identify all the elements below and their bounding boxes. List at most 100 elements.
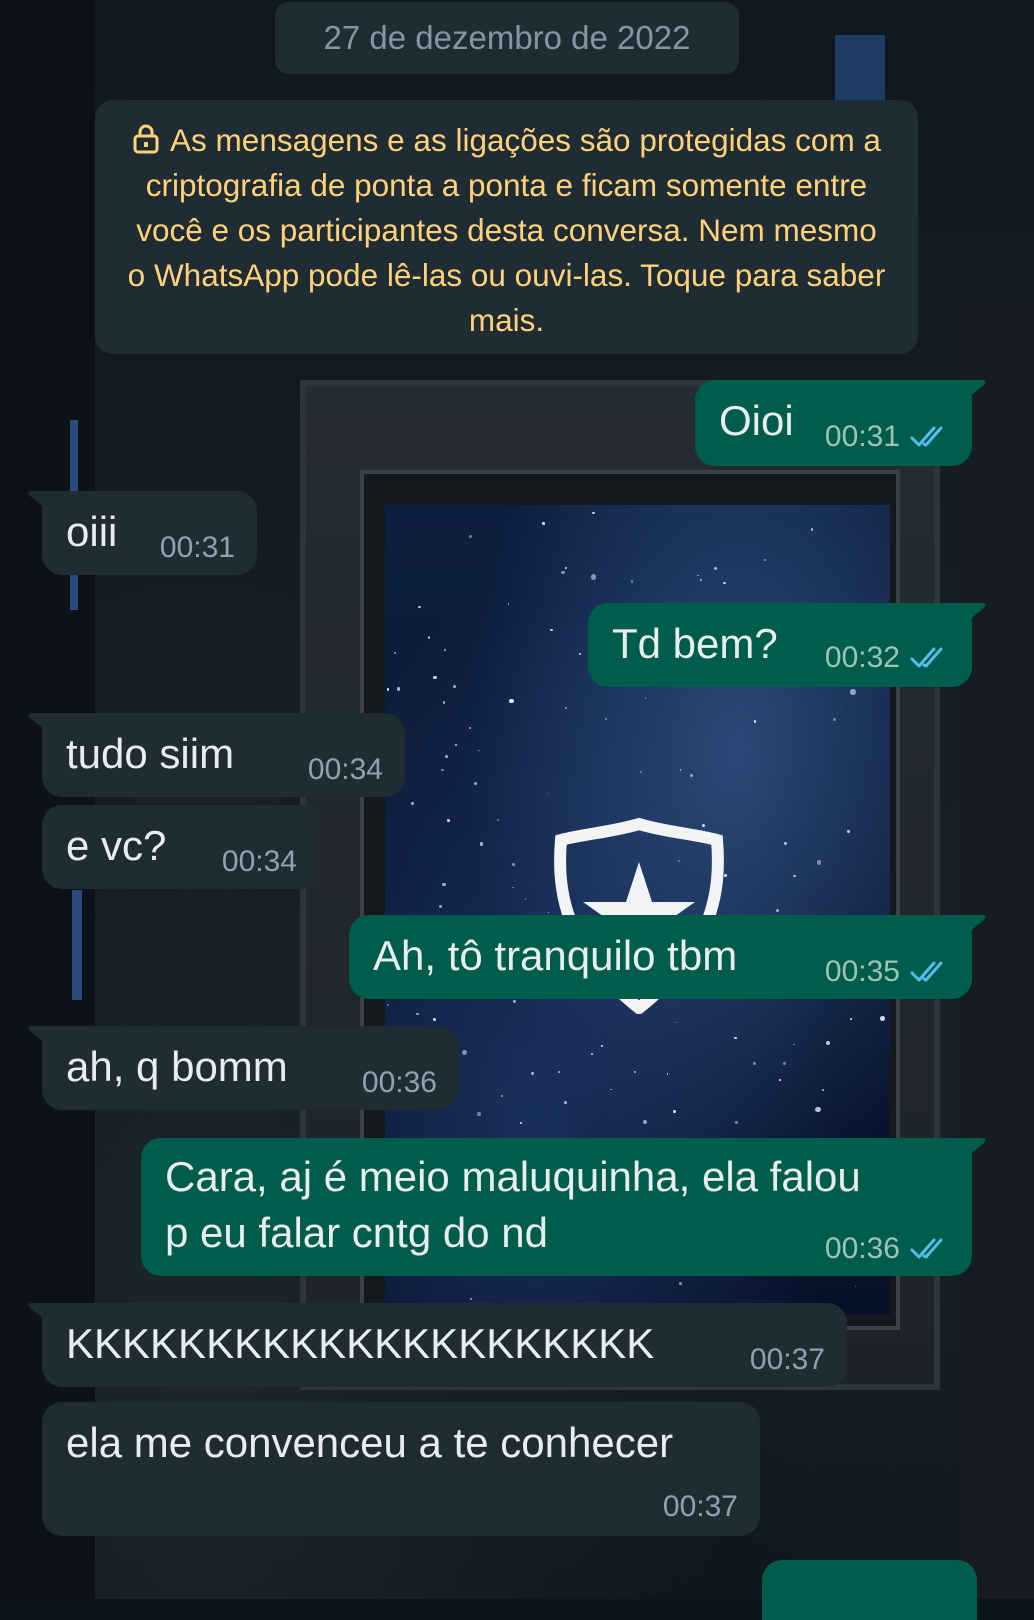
wallpaper-star <box>826 1040 831 1045</box>
message-text: KKKKKKKKKKKKKKKKKKKKK <box>66 1320 655 1367</box>
wallpaper-star <box>810 528 814 532</box>
wallpaper-star <box>591 1053 593 1055</box>
wallpaper-star <box>470 1298 473 1301</box>
wallpaper-star <box>723 581 726 585</box>
message-text: Td bem? <box>612 620 778 667</box>
outgoing-message-bubble[interactable]: Td bem? 00:32 <box>588 603 986 687</box>
wallpaper-star <box>561 570 565 575</box>
encryption-notice-text: As mensagens e as ligações são protegida… <box>127 122 886 338</box>
encryption-notice[interactable]: As mensagens e as ligações são protegida… <box>95 100 918 354</box>
message-meta: 00:37 <box>750 1343 825 1377</box>
wallpaper-star <box>633 1070 637 1074</box>
wallpaper-star <box>478 749 480 752</box>
wallpaper-star <box>610 1088 612 1091</box>
wallpaper-star <box>753 719 757 723</box>
wallpaper-star <box>735 1121 738 1124</box>
wallpaper-star <box>427 636 431 639</box>
wallpaper-star <box>850 1017 853 1020</box>
outgoing-message-bubble[interactable]: Cara, aj é meio maluquinha, ela falou p e… <box>141 1138 986 1276</box>
double-check-icon <box>910 426 943 447</box>
wallpaper-star <box>394 652 396 654</box>
wallpaper-star <box>847 829 851 833</box>
double-check-icon <box>910 961 943 982</box>
incoming-message-bubble[interactable]: ah, q bomm 00:36 <box>28 1026 459 1110</box>
wallpaper-star <box>507 603 510 605</box>
message-time: 00:31 <box>824 420 900 453</box>
message-text: e vc? <box>66 822 167 869</box>
wallpaper-star <box>591 574 597 580</box>
message-time: 00:36 <box>361 1066 437 1099</box>
wallpaper-star <box>496 818 499 822</box>
wallpaper-star <box>550 628 553 632</box>
wallpaper-star <box>432 1017 436 1021</box>
date-divider: 27 de dezembro de 2022 <box>275 2 739 74</box>
wallpaper-star <box>784 842 787 845</box>
wallpaper-star <box>444 755 448 758</box>
bubble-tail <box>958 603 986 629</box>
wallpaper-star <box>468 726 471 729</box>
wallpaper-star <box>592 511 595 515</box>
wallpaper-star <box>524 898 527 900</box>
bubble-tail <box>958 380 986 406</box>
bubble-tail <box>958 915 986 941</box>
lock-icon <box>133 124 159 154</box>
wallpaper-star <box>547 911 550 914</box>
message-text: p eu falar cntg do nd <box>165 1209 548 1256</box>
wallpaper-star <box>416 1012 420 1016</box>
wallpaper-star <box>674 1021 677 1024</box>
wallpaper-star <box>474 782 478 786</box>
wallpaper-star <box>639 771 643 774</box>
wallpaper-star <box>565 706 567 709</box>
incoming-message-bubble[interactable]: e vc? 00:34 <box>42 805 319 889</box>
wallpaper-star <box>557 1071 560 1074</box>
incoming-message-bubble[interactable]: KKKKKKKKKKKKKKKKKKKKK 00:37 <box>28 1303 847 1387</box>
wallpaper-star <box>462 1049 468 1055</box>
message-meta: 00:34 <box>222 845 297 879</box>
message-time: 00:36 <box>824 1232 900 1265</box>
incoming-message-bubble[interactable]: ela me convenceu a te conhecer 00:37 <box>42 1402 760 1536</box>
wallpaper-star <box>850 689 856 695</box>
wallpaper-star <box>520 1122 522 1124</box>
wallpaper-star <box>579 653 582 655</box>
wallpaper-star <box>697 574 699 577</box>
message-text: ah, q bomm <box>66 1043 288 1090</box>
incoming-message-bubble[interactable]: oiii 00:31 <box>28 491 257 575</box>
wallpaper-star <box>689 773 694 777</box>
wallpaper-star <box>733 1036 737 1040</box>
wallpaper-star <box>441 769 444 772</box>
bubble-tail <box>28 1026 56 1052</box>
wallpaper-star <box>854 1285 857 1288</box>
date-label: 27 de dezembro de 2022 <box>323 19 691 56</box>
incoming-message-bubble[interactable]: tudo siim 00:34 <box>28 713 405 797</box>
wallpaper-star <box>442 882 446 887</box>
wallpaper-star <box>666 1073 669 1075</box>
wallpaper-star <box>438 904 442 908</box>
next-message-peek <box>762 1560 977 1620</box>
wallpaper-star <box>713 566 717 570</box>
wallpaper-star <box>386 688 390 691</box>
message-text: Oioi <box>719 397 794 444</box>
bubble-tail <box>28 491 56 517</box>
bubble-tail <box>28 713 56 739</box>
message-meta: 00:35 <box>825 955 950 989</box>
message-time: 00:34 <box>307 753 383 786</box>
message-meta: 00:32 <box>825 641 950 675</box>
wallpaper-star <box>477 1112 481 1116</box>
wallpaper-star <box>512 863 515 866</box>
wallpaper-star <box>816 860 822 865</box>
outgoing-message-bubble[interactable]: Oioi 00:31 <box>695 380 986 466</box>
wallpaper-star <box>879 1016 885 1021</box>
message-meta: 00:36 <box>362 1066 437 1100</box>
wallpaper-star <box>782 1062 786 1066</box>
double-check-icon <box>910 647 943 668</box>
wallpaper-star <box>433 675 437 680</box>
wallpaper-star <box>500 1094 504 1097</box>
outgoing-message-bubble[interactable]: Ah, tô tranquilo tbm 00:35 <box>349 915 986 999</box>
wallpaper-star <box>442 701 446 704</box>
wallpaper-star <box>642 1119 648 1125</box>
wallpaper-star <box>512 1000 516 1004</box>
wallpaper-star <box>469 535 473 539</box>
wallpaper-star <box>386 1003 390 1007</box>
message-time: 00:35 <box>824 955 900 988</box>
wallpaper-star <box>509 698 514 704</box>
